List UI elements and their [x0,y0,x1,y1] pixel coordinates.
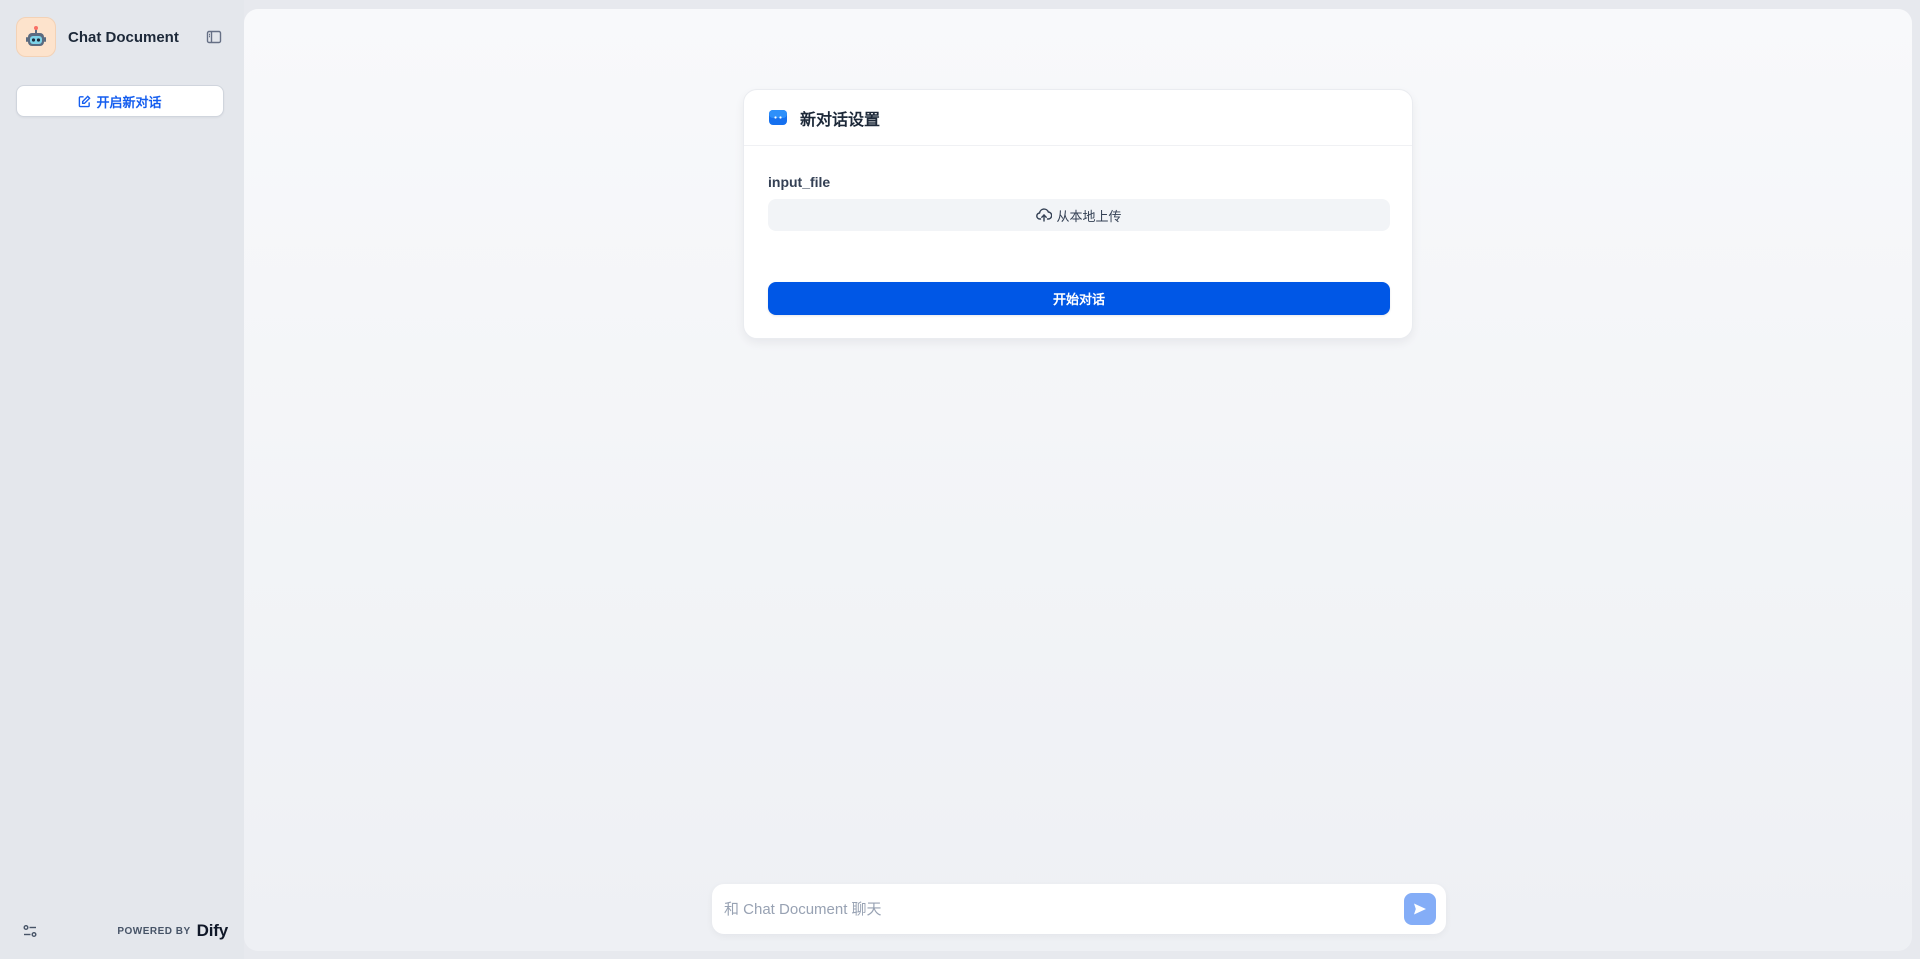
main-panel: 新对话设置 input_file 从本地上传 开始对话 [244,9,1912,951]
collapse-sidebar-button[interactable] [200,23,228,51]
sliders-icon [23,925,37,937]
chat-input[interactable] [724,900,1404,918]
card-header: 新对话设置 [744,90,1412,146]
new-chat-button[interactable]: 开启新对话 [16,85,224,117]
upload-label: 从本地上传 [1056,208,1122,224]
send-icon [1414,903,1426,915]
start-chat-button[interactable]: 开始对话 [768,282,1390,315]
dify-logo[interactable]: Dify [197,921,229,941]
sidebar: Chat Document 开启新对话 POWERED BY Dify [0,0,244,959]
card-title: 新对话设置 [800,111,881,129]
upload-local-button[interactable]: 从本地上传 [768,199,1390,231]
sidebar-header: Chat Document [16,17,228,57]
new-chat-label: 开启新对话 [96,94,162,110]
chat-bubble-icon [769,109,787,125]
sidebar-footer: POWERED BY Dify [16,917,228,945]
powered-by: POWERED BY Dify [117,921,228,941]
app-name: Chat Document [68,28,179,46]
input-file-label: input_file [768,174,831,190]
start-chat-label: 开始对话 [1052,292,1105,307]
sidebar-toggle-icon [206,30,222,44]
app-window: Chat Document 开启新对话 POWERED BY Dify 新对话设… [0,0,1920,959]
new-chat-settings-card: 新对话设置 input_file 从本地上传 开始对话 [743,89,1413,339]
cloud-upload-icon [1036,208,1053,222]
chat-input-box [712,884,1446,934]
settings-button[interactable] [16,917,44,945]
powered-by-label: POWERED BY [117,925,191,937]
send-button[interactable] [1404,893,1436,925]
robot-icon [16,17,56,57]
edit-icon [79,94,92,107]
